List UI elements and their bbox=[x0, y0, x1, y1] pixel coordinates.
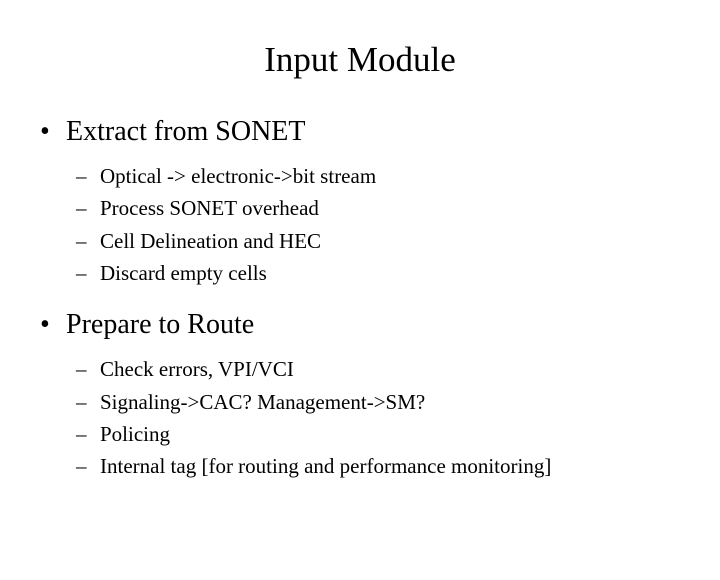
list-item: Cell Delineation and HEC bbox=[100, 227, 720, 255]
section-heading: Extract from SONET bbox=[66, 116, 720, 148]
slide-title: Input Module bbox=[0, 40, 720, 80]
list-item: Check errors, VPI/VCI bbox=[100, 355, 720, 383]
list-item: Optical -> electronic->bit stream bbox=[100, 162, 720, 190]
slide: Input Module Extract from SONET Optical … bbox=[0, 40, 720, 580]
sub-list: Check errors, VPI/VCI Signaling->CAC? Ma… bbox=[100, 355, 720, 480]
sub-list: Optical -> electronic->bit stream Proces… bbox=[100, 162, 720, 287]
list-item: Signaling->CAC? Management->SM? bbox=[100, 388, 720, 416]
section-prepare: Prepare to Route Check errors, VPI/VCI S… bbox=[0, 309, 720, 480]
list-item: Discard empty cells bbox=[100, 259, 720, 287]
section-extract: Extract from SONET Optical -> electronic… bbox=[0, 116, 720, 287]
list-item: Policing bbox=[100, 420, 720, 448]
section-heading: Prepare to Route bbox=[66, 309, 720, 341]
list-item: Internal tag [for routing and performanc… bbox=[100, 452, 720, 480]
list-item: Process SONET overhead bbox=[100, 194, 720, 222]
